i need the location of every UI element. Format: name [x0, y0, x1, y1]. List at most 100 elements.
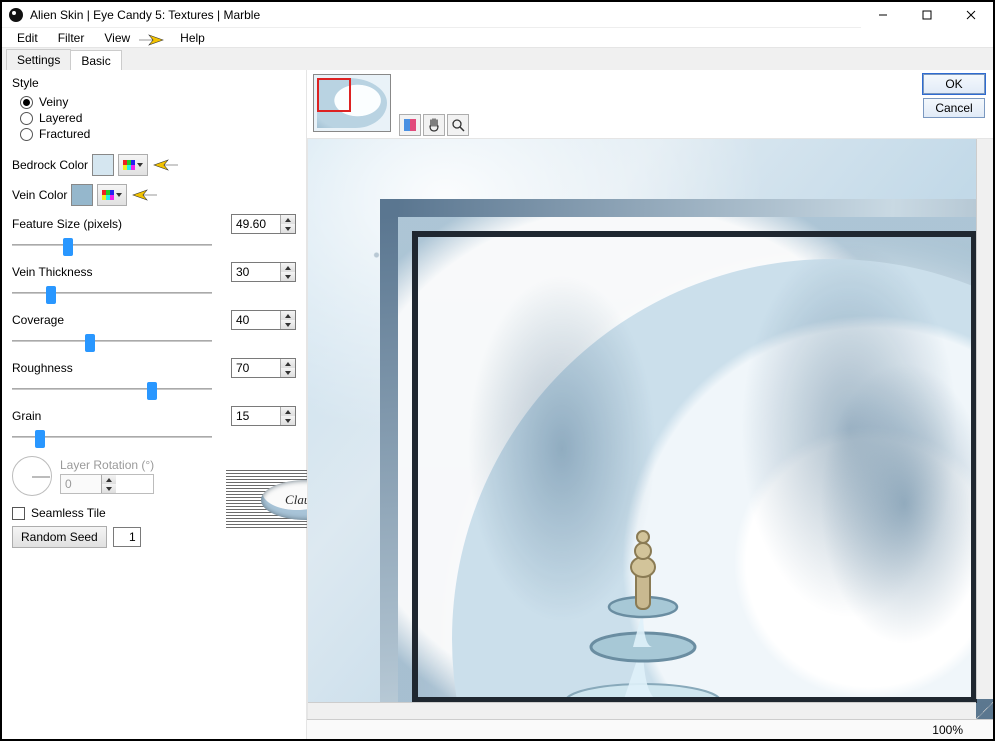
style-group: Style Veiny Layered Fractured — [12, 76, 296, 144]
preview-toolbar: OK Cancel — [307, 70, 993, 138]
vein-thickness-group: Vein Thickness — [12, 262, 296, 302]
tab-settings[interactable]: Settings — [6, 49, 71, 70]
grain-input[interactable] — [232, 407, 280, 425]
vein-thickness-label: Vein Thickness — [12, 265, 93, 279]
rotation-input — [61, 475, 101, 493]
navigator-selection[interactable] — [317, 78, 351, 112]
roughness-spinner[interactable] — [231, 358, 296, 378]
vein-palette-button[interactable] — [97, 184, 127, 206]
coverage-input[interactable] — [232, 311, 280, 329]
rotation-dial — [12, 456, 52, 496]
coverage-spinner[interactable] — [231, 310, 296, 330]
zoom-level: 100% — [932, 723, 963, 737]
radio-icon — [20, 96, 33, 109]
chevron-down-icon — [116, 193, 122, 197]
spinner-down-icon[interactable] — [281, 368, 295, 377]
style-radio-fractured[interactable]: Fractured — [20, 126, 296, 142]
seamless-tile-checkbox[interactable] — [12, 507, 25, 520]
spinner-up-icon[interactable] — [281, 263, 295, 272]
rotation-label: Layer Rotation (°) — [60, 458, 154, 472]
tutorial-pointer-icon — [131, 186, 159, 204]
menubar: Edit Filter View Help — [2, 28, 993, 48]
ok-button[interactable]: OK — [923, 74, 985, 94]
chevron-down-icon — [137, 163, 143, 167]
vein-color-swatch[interactable] — [71, 184, 93, 206]
tutorial-pointer-icon — [152, 156, 180, 174]
random-seed-row: Random Seed 1 — [12, 526, 296, 548]
random-seed-value[interactable]: 1 — [113, 527, 141, 547]
minimize-button[interactable] — [861, 2, 905, 28]
menu-filter[interactable]: Filter — [49, 28, 94, 48]
close-button[interactable] — [949, 2, 993, 28]
seamless-tile-label: Seamless Tile — [31, 506, 106, 520]
radio-label: Layered — [39, 111, 82, 125]
statusbar: 100% — [307, 719, 993, 739]
cancel-button[interactable]: Cancel — [923, 98, 985, 118]
coverage-slider[interactable] — [12, 330, 292, 350]
feature-size-input[interactable] — [232, 215, 280, 233]
spinner-down-icon — [102, 484, 116, 493]
style-label: Style — [12, 76, 296, 90]
coverage-group: Coverage — [12, 310, 296, 350]
rotation-spinner — [60, 474, 154, 494]
vein-thickness-slider[interactable] — [12, 282, 292, 302]
seamless-tile-row[interactable]: Seamless Tile — [12, 506, 296, 520]
style-radio-layered[interactable]: Layered — [20, 110, 296, 126]
style-radio-veiny[interactable]: Veiny — [20, 94, 296, 110]
roughness-group: Roughness — [12, 358, 296, 398]
grain-slider[interactable] — [12, 426, 292, 446]
vein-thickness-spinner[interactable] — [231, 262, 296, 282]
pan-tool-button[interactable] — [423, 114, 445, 136]
zoom-tool-button[interactable] — [447, 114, 469, 136]
spinner-up-icon[interactable] — [281, 311, 295, 320]
trees-overlay — [418, 237, 971, 697]
spinner-up-icon[interactable] — [281, 215, 295, 224]
vein-thickness-input[interactable] — [232, 263, 280, 281]
spinner-up-icon[interactable] — [281, 407, 295, 416]
feature-size-slider[interactable] — [12, 234, 292, 254]
palette-icon — [102, 190, 114, 200]
navigator-thumbnail[interactable] — [313, 74, 391, 132]
grain-spinner[interactable] — [231, 406, 296, 426]
content-area: Style Veiny Layered Fractured Bedrock Co… — [2, 70, 993, 739]
roughness-label: Roughness — [12, 361, 73, 375]
feature-size-spinner[interactable] — [231, 214, 296, 234]
titlebar: Alien Skin | Eye Candy 5: Textures | Mar… — [2, 2, 993, 28]
radio-label: Fractured — [39, 127, 90, 141]
vertical-scrollbar[interactable] — [976, 139, 993, 699]
spinner-down-icon[interactable] — [281, 224, 295, 233]
tab-basic[interactable]: Basic — [70, 50, 121, 71]
menu-help[interactable]: Help — [171, 28, 214, 48]
palette-icon — [123, 160, 135, 170]
random-seed-button[interactable]: Random Seed — [12, 526, 107, 548]
spinner-down-icon[interactable] — [281, 272, 295, 281]
spinner-up-icon[interactable] — [281, 359, 295, 368]
vein-label: Vein Color — [12, 188, 67, 202]
radio-label: Veiny — [39, 95, 68, 109]
tab-row: Settings Basic — [2, 48, 993, 70]
resize-grip-icon[interactable] — [976, 702, 993, 719]
spinner-down-icon[interactable] — [281, 416, 295, 425]
roughness-slider[interactable] — [12, 378, 292, 398]
coverage-label: Coverage — [12, 313, 64, 327]
preview-canvas[interactable] — [307, 138, 993, 719]
tutorial-pointer-icon — [137, 31, 165, 49]
grain-label: Grain — [12, 409, 41, 423]
feature-size-label: Feature Size (pixels) — [12, 217, 122, 231]
spinner-down-icon[interactable] — [281, 320, 295, 329]
maximize-button[interactable] — [905, 2, 949, 28]
show-original-button[interactable] — [399, 114, 421, 136]
horizontal-scrollbar[interactable] — [308, 702, 976, 719]
roughness-input[interactable] — [232, 359, 280, 377]
menu-view[interactable]: View — [95, 28, 139, 48]
layer-rotation-group: Layer Rotation (°) — [12, 456, 296, 496]
radio-icon — [20, 128, 33, 141]
spinner-up-icon — [102, 475, 116, 484]
preview-area: OK Cancel — [307, 70, 993, 739]
bedrock-color-swatch[interactable] — [92, 154, 114, 176]
bedrock-palette-button[interactable] — [118, 154, 148, 176]
grain-group: Grain — [12, 406, 296, 446]
inner-frame — [412, 231, 977, 703]
menu-edit[interactable]: Edit — [8, 28, 47, 48]
bedrock-label: Bedrock Color — [12, 158, 88, 172]
